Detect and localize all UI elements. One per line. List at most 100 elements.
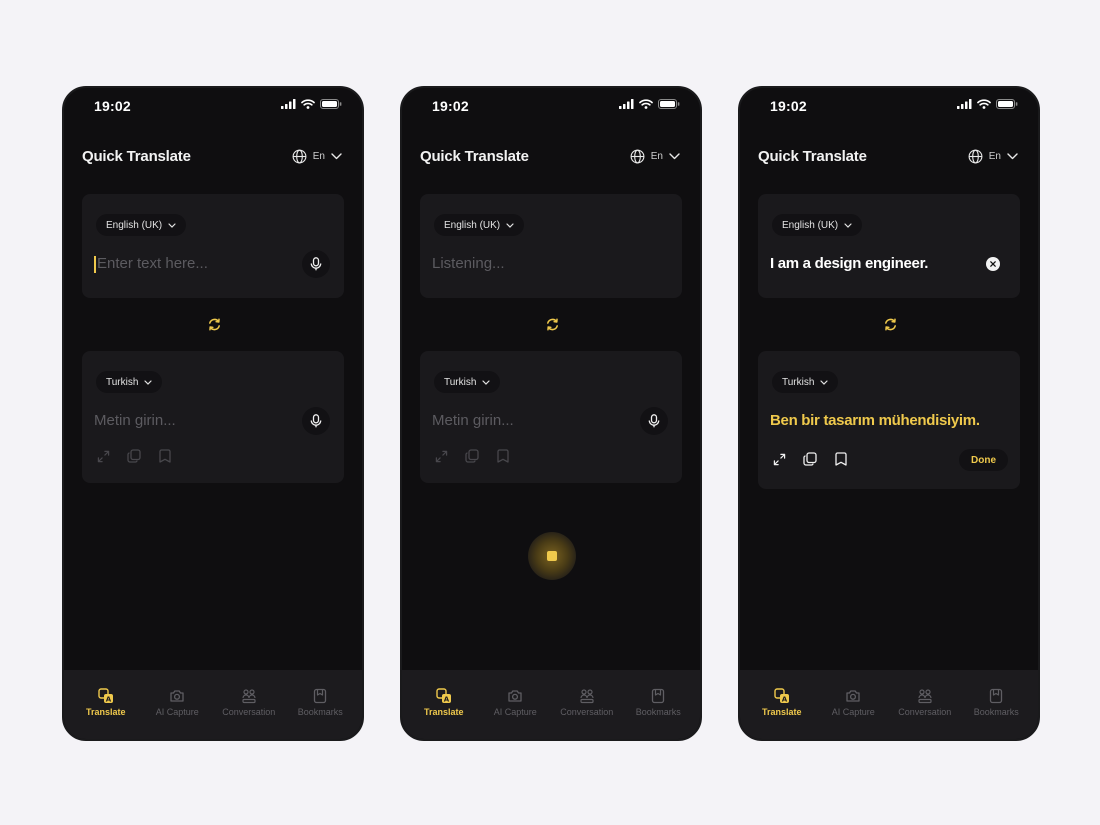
cellular-signal-icon xyxy=(281,99,296,109)
translate-icon: A xyxy=(436,688,452,704)
ui-language-selector[interactable]: En xyxy=(630,149,680,164)
chevron-down-icon xyxy=(331,152,342,160)
tab-conversation[interactable]: Conversation xyxy=(552,688,622,717)
tab-label: Translate xyxy=(761,707,802,717)
stop-recording-button[interactable] xyxy=(528,532,576,580)
target-card: Turkish Ben bir tasarım mühendisiyim. Do… xyxy=(758,351,1020,489)
expand-icon[interactable] xyxy=(770,450,788,468)
chevron-down-icon xyxy=(168,222,176,228)
swap-icon xyxy=(883,317,898,332)
battery-icon xyxy=(658,99,680,109)
copy-icon[interactable] xyxy=(125,447,143,465)
text-caret xyxy=(94,256,96,273)
stop-icon xyxy=(547,551,557,561)
page-title: Quick Translate xyxy=(82,147,191,165)
source-mic-button[interactable] xyxy=(302,250,330,278)
copy-icon[interactable] xyxy=(463,447,481,465)
translated-text: Ben bir tasarım mühendisiyim. xyxy=(770,412,980,429)
tab-conversation[interactable]: Conversation xyxy=(214,688,284,717)
ui-language-selector[interactable]: En xyxy=(292,149,342,164)
bookmark-icon xyxy=(650,688,666,704)
tab-label: Conversation xyxy=(560,707,614,717)
bookmark-icon[interactable] xyxy=(494,447,512,465)
swap-languages-button[interactable] xyxy=(204,314,224,334)
bottom-tab-bar: A Translate AI Capture Conversation Book… xyxy=(740,670,1038,739)
conversation-icon xyxy=(579,688,595,704)
source-card: English (UK) Listening... xyxy=(420,194,682,298)
phone-screen-translated: 19:02 Quick Translate En English (UK) I … xyxy=(738,86,1040,741)
target-mic-button[interactable] xyxy=(302,407,330,435)
tab-ai-capture[interactable]: AI Capture xyxy=(480,688,550,717)
tab-label: Conversation xyxy=(898,707,952,717)
ui-language-selector[interactable]: En xyxy=(968,149,1018,164)
bookmark-icon[interactable] xyxy=(832,450,850,468)
tab-bookmarks[interactable]: Bookmarks xyxy=(285,688,355,717)
camera-icon xyxy=(845,688,861,704)
source-language-selector[interactable]: English (UK) xyxy=(96,214,187,236)
tab-ai-capture[interactable]: AI Capture xyxy=(142,688,212,717)
phone-screen-empty: 19:02 Quick Translate En English (UK) En… xyxy=(62,86,364,741)
swap-languages-button[interactable] xyxy=(880,314,900,334)
tab-bookmarks[interactable]: Bookmarks xyxy=(623,688,693,717)
wifi-icon xyxy=(977,99,991,109)
tab-label: Translate xyxy=(85,707,126,717)
source-language-label: English (UK) xyxy=(444,219,501,231)
source-language-selector[interactable]: English (UK) xyxy=(434,214,525,236)
tab-label: Bookmarks xyxy=(297,707,343,717)
tab-ai-capture[interactable]: AI Capture xyxy=(818,688,888,717)
source-text-input[interactable]: Listening... xyxy=(432,255,505,272)
target-language-label: Turkish xyxy=(106,376,139,388)
globe-icon xyxy=(292,149,307,164)
status-time: 19:02 xyxy=(770,98,807,114)
target-language-selector[interactable]: Turkish xyxy=(434,371,501,393)
source-text-input[interactable]: I am a design engineer. xyxy=(770,255,928,272)
tab-bookmarks[interactable]: Bookmarks xyxy=(961,688,1031,717)
cellular-signal-icon xyxy=(957,99,972,109)
swap-languages-button[interactable] xyxy=(542,314,562,334)
translation-actions xyxy=(94,447,174,465)
tab-label: Bookmarks xyxy=(635,707,681,717)
source-language-selector[interactable]: English (UK) xyxy=(772,214,863,236)
tab-translate[interactable]: A Translate xyxy=(409,688,479,717)
globe-icon xyxy=(968,149,983,164)
target-card: Turkish Metin girin... xyxy=(420,351,682,483)
target-text-field[interactable]: Metin girin... xyxy=(432,412,514,429)
tab-translate[interactable]: A Translate xyxy=(71,688,141,717)
source-text-input[interactable]: Enter text here... xyxy=(97,255,208,272)
target-text-field[interactable]: Metin girin... xyxy=(94,412,176,429)
bookmark-icon xyxy=(988,688,1004,704)
copy-icon[interactable] xyxy=(801,450,819,468)
wifi-icon xyxy=(639,99,653,109)
page-title: Quick Translate xyxy=(758,147,867,165)
chevron-down-icon xyxy=(844,222,852,228)
expand-icon[interactable] xyxy=(432,447,450,465)
status-icons xyxy=(957,99,1018,109)
target-language-label: Turkish xyxy=(444,376,477,388)
target-mic-button[interactable] xyxy=(640,407,668,435)
microphone-icon xyxy=(310,414,322,428)
clear-text-button[interactable] xyxy=(986,257,1000,271)
target-language-selector[interactable]: Turkish xyxy=(96,371,163,393)
target-language-label: Turkish xyxy=(782,376,815,388)
bookmark-icon xyxy=(312,688,328,704)
swap-icon xyxy=(545,317,560,332)
done-button[interactable]: Done xyxy=(959,449,1008,471)
app-header: Quick Translate En xyxy=(758,144,1018,168)
bottom-tab-bar: A Translate AI Capture Conversation Book… xyxy=(64,670,362,739)
battery-icon xyxy=(996,99,1018,109)
bookmark-icon[interactable] xyxy=(156,447,174,465)
cellular-signal-icon xyxy=(619,99,634,109)
status-time: 19:02 xyxy=(432,98,469,114)
status-time: 19:02 xyxy=(94,98,131,114)
globe-icon xyxy=(630,149,645,164)
tab-label: Bookmarks xyxy=(973,707,1019,717)
expand-icon[interactable] xyxy=(94,447,112,465)
target-language-selector[interactable]: Turkish xyxy=(772,371,839,393)
tab-label: Translate xyxy=(423,707,464,717)
tab-translate[interactable]: A Translate xyxy=(747,688,817,717)
tab-conversation[interactable]: Conversation xyxy=(890,688,960,717)
microphone-icon xyxy=(310,257,322,271)
ui-language-label: En xyxy=(312,150,325,162)
translate-icon: A xyxy=(774,688,790,704)
status-bar: 19:02 xyxy=(64,88,362,124)
